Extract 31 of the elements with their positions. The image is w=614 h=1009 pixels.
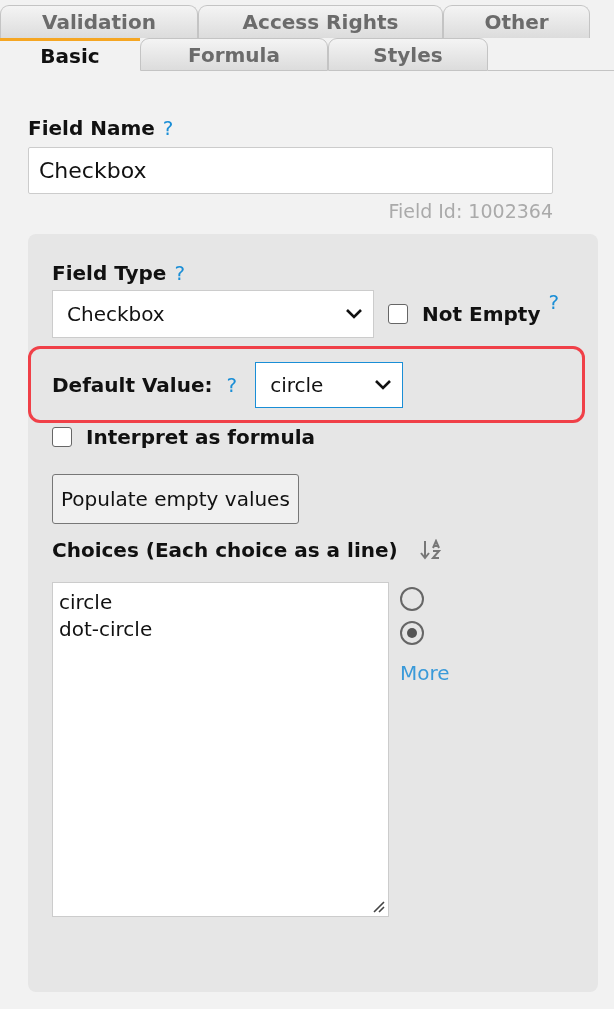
field-id: Field Id: 1002364 bbox=[388, 200, 553, 222]
resize-grip-icon[interactable] bbox=[373, 901, 385, 913]
checkbox[interactable] bbox=[388, 304, 408, 324]
checkbox-label: Interpret as formula bbox=[86, 425, 316, 449]
help-link[interactable]: ? bbox=[226, 372, 238, 397]
chevron-down-icon bbox=[345, 308, 363, 320]
field-label: Default Value: bbox=[52, 372, 213, 397]
field-label: Choices (Each choice as a line) bbox=[52, 538, 398, 562]
help-link[interactable]: ? bbox=[548, 290, 560, 314]
help-link[interactable]: ? bbox=[174, 261, 186, 285]
field-label: Field Name bbox=[28, 116, 155, 140]
tab[interactable]: Validation bbox=[0, 5, 198, 38]
checkbox-label: Not Empty bbox=[422, 302, 541, 326]
dropdown[interactable]: circle bbox=[255, 361, 404, 408]
tab[interactable]: Styles bbox=[328, 38, 488, 71]
help-link[interactable]: ? bbox=[162, 116, 174, 140]
dropdown[interactable]: Checkbox bbox=[52, 290, 374, 338]
tab[interactable]: Formula bbox=[140, 38, 328, 71]
checkbox[interactable] bbox=[52, 427, 72, 447]
chevron-down-icon bbox=[374, 378, 393, 391]
tab[interactable]: Access Rights bbox=[198, 5, 443, 38]
tab[interactable]: Other bbox=[443, 5, 590, 38]
text-area[interactable]: circle dot-circle bbox=[52, 582, 389, 917]
text-field[interactable]: Checkbox bbox=[28, 147, 553, 194]
populate-button[interactable]: Populate empty values bbox=[52, 474, 299, 524]
more-link[interactable]: More bbox=[400, 661, 450, 685]
choices-text: circle dot-circle bbox=[59, 589, 154, 643]
radio-button[interactable] bbox=[400, 587, 424, 611]
sort-icon[interactable] bbox=[419, 539, 442, 561]
radio-button[interactable] bbox=[400, 621, 424, 645]
field-label: Field Type bbox=[52, 261, 167, 285]
